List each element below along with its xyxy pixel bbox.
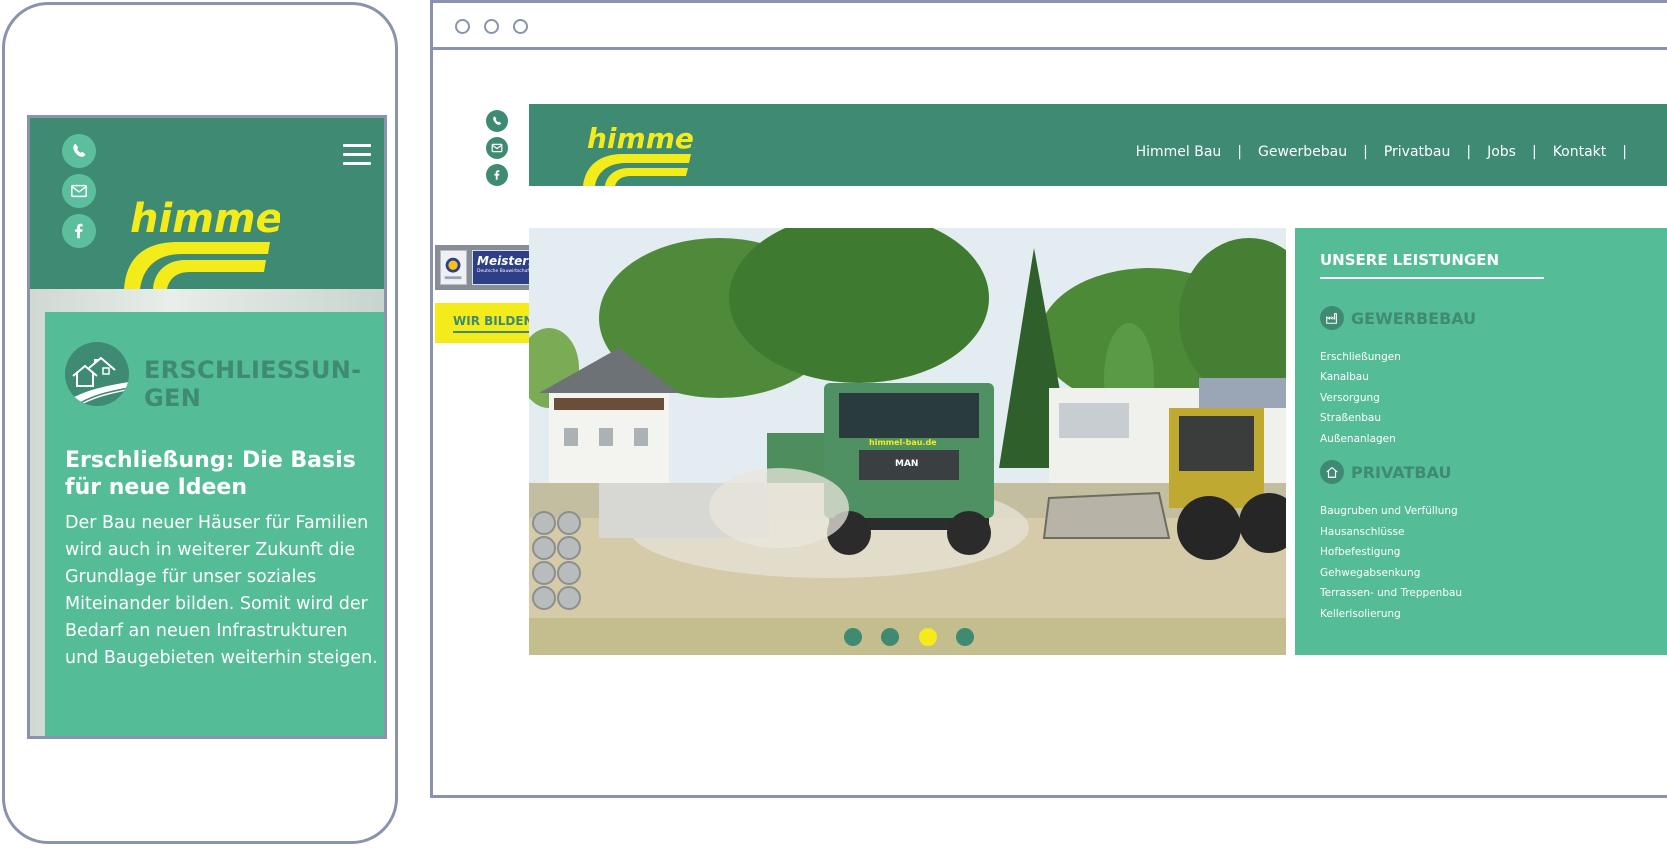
category-privatbau-label: PRIVATBAU bbox=[1351, 462, 1452, 482]
service-link[interactable]: Versorgung bbox=[1320, 392, 1380, 404]
service-link[interactable]: Hausanschlüsse bbox=[1320, 526, 1404, 538]
window-control-dot[interactable] bbox=[513, 19, 528, 34]
window-control-dot[interactable] bbox=[484, 19, 499, 34]
category-privatbau[interactable]: PRIVATBAU bbox=[1320, 460, 1451, 484]
mobile-header: himmel bbox=[30, 118, 384, 289]
slider-dot-4[interactable] bbox=[956, 628, 974, 646]
category-gewerbebau[interactable]: GEWERBEBAU bbox=[1320, 306, 1476, 330]
himmel-logo[interactable]: himmel bbox=[120, 190, 280, 289]
slider-dot-3-active[interactable] bbox=[919, 628, 937, 646]
svg-text:MAN: MAN bbox=[895, 459, 918, 469]
browser-title-bar bbox=[433, 3, 1667, 50]
card-heading: Erschließung: Die Basis für neue Ideen bbox=[65, 448, 356, 500]
meisterhaft-subtitle: Deutsche Bauwirtschaft bbox=[477, 269, 531, 274]
service-link[interactable]: Erschließungen bbox=[1320, 351, 1401, 363]
phone-frame: himmel ERSCHLIESSUN- GEN Erschließung: D… bbox=[2, 2, 398, 844]
site-header: himmel Himmel Bau | Gewerbebau | Privatb… bbox=[529, 104, 1667, 186]
erschliessung-card: ERSCHLIESSUN- GEN Erschließung: Die Basi… bbox=[45, 312, 384, 736]
services-sidebar: UNSERE LEISTUNGEN GEWERBEBAU Erschließun… bbox=[1295, 228, 1667, 655]
nav-separator: | bbox=[1237, 144, 1242, 160]
nav-separator: | bbox=[1466, 144, 1472, 160]
card-body: Der Bau neuer Häuser für Familien wird a… bbox=[65, 513, 378, 668]
sidebar-title: UNSERE LEISTUNGEN bbox=[1320, 251, 1544, 279]
phone-icon[interactable] bbox=[62, 134, 96, 168]
category-gewerbebau-label: GEWERBEBAU bbox=[1351, 308, 1477, 328]
facebook-icon[interactable] bbox=[62, 214, 96, 248]
menu-icon[interactable] bbox=[343, 144, 371, 166]
phone-icon[interactable] bbox=[486, 110, 508, 132]
svg-text:himmel: himmel bbox=[587, 122, 695, 155]
slider-dot-2[interactable] bbox=[881, 628, 899, 646]
nav-kontakt[interactable]: Kontakt bbox=[1553, 144, 1607, 160]
nav-separator: | bbox=[1531, 144, 1537, 160]
nav-jobs[interactable]: Jobs bbox=[1487, 144, 1516, 160]
nav-separator: | bbox=[1363, 144, 1368, 160]
svg-text:himmel-bau.de: himmel-bau.de bbox=[869, 438, 937, 447]
browser-window: himmel Himmel Bau | Gewerbebau | Privatb… bbox=[430, 0, 1667, 798]
mail-icon[interactable] bbox=[62, 174, 96, 208]
card-title: ERSCHLIESSUN- GEN bbox=[144, 356, 362, 412]
nav-himmel-bau[interactable]: Himmel Bau bbox=[1136, 144, 1222, 160]
service-link[interactable]: Straßenbau bbox=[1320, 412, 1381, 424]
service-link[interactable]: Kanalbau bbox=[1320, 371, 1369, 383]
service-link[interactable]: Außenanlagen bbox=[1320, 433, 1396, 445]
facebook-icon[interactable] bbox=[486, 164, 508, 186]
service-link[interactable]: Terrassen- und Treppenbau bbox=[1320, 587, 1462, 599]
himmel-logo[interactable]: himmel bbox=[581, 118, 695, 186]
window-control-dot[interactable] bbox=[455, 19, 470, 34]
service-link[interactable]: Baugruben und Verfüllung bbox=[1320, 505, 1458, 517]
service-link[interactable]: Hofbefestigung bbox=[1320, 546, 1400, 558]
nav-gewerbebau[interactable]: Gewerbebau bbox=[1258, 144, 1347, 160]
meisterhaft-bold: Meister bbox=[477, 254, 529, 268]
svg-text:himmel: himmel bbox=[130, 196, 280, 242]
mobile-screen: himmel ERSCHLIESSUN- GEN Erschließung: D… bbox=[27, 115, 387, 739]
main-nav: Himmel Bau | Gewerbebau | Privatbau | Jo… bbox=[1136, 144, 1627, 160]
hero-slider-image: himmel-bau.de MAN bbox=[529, 228, 1286, 655]
house-road-icon bbox=[65, 342, 129, 406]
quality-seal-icon bbox=[440, 250, 467, 285]
service-link[interactable]: Gehwegabsenkung bbox=[1320, 567, 1420, 579]
home-icon bbox=[1320, 460, 1344, 484]
card-title-line-1: ERSCHLIESSUN- bbox=[144, 356, 362, 384]
slider-dot-1[interactable] bbox=[844, 628, 862, 646]
factory-icon bbox=[1320, 306, 1344, 330]
nav-separator: | bbox=[1622, 144, 1627, 160]
service-link[interactable]: Kellerisolierung bbox=[1320, 608, 1401, 620]
nav-privatbau[interactable]: Privatbau bbox=[1384, 144, 1451, 160]
card-title-line-2: GEN bbox=[144, 384, 202, 412]
mail-icon[interactable] bbox=[486, 137, 508, 159]
